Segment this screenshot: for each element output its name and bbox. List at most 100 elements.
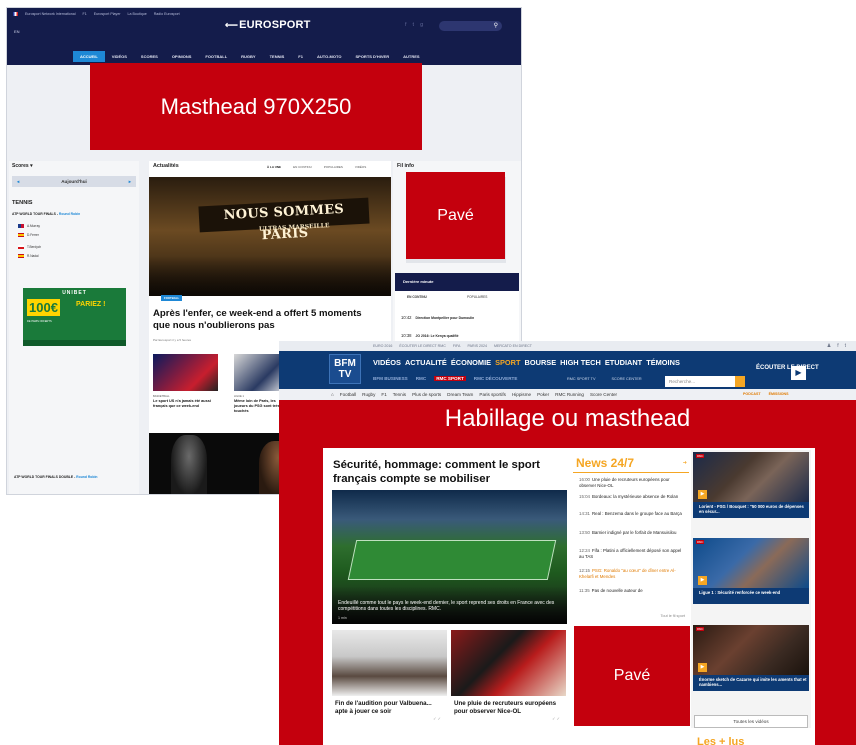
nav-item-high-tech[interactable]: HIGH TECH — [560, 358, 601, 367]
rmc-sport-tv-button[interactable]: RMC SPORT TV — [567, 377, 595, 381]
nav-item-opinions[interactable]: OPINIONS — [165, 51, 199, 62]
twitter-icon[interactable]: t — [413, 22, 415, 28]
top-link[interactable]: Eurosport Network International — [25, 12, 76, 16]
edition-selector[interactable]: EN — [14, 29, 20, 34]
news-item[interactable]: 14:31 Real : Benzema dans le groupe face … — [579, 511, 687, 517]
doubles-link[interactable]: Round Robin — [76, 475, 97, 479]
nav-item-scores[interactable]: SCORES — [134, 51, 165, 62]
top-link[interactable]: ÉCOUTER LE DIRECT RMC — [399, 344, 445, 348]
nav-item-actualite[interactable]: ACTUALITÉ — [405, 358, 447, 367]
subnav-item[interactable]: Hippisme — [512, 392, 531, 397]
nav-item-videos[interactable]: VIDÉOS — [373, 358, 401, 367]
player-row[interactable]: A.Murray — [18, 224, 40, 228]
tab-en-continu[interactable]: EN CONTINU — [293, 165, 312, 169]
top-link[interactable]: FIFA — [453, 344, 461, 348]
nav-item-accueil[interactable]: ACCUEIL — [73, 51, 105, 62]
play-icon[interactable]: ▶ — [698, 663, 707, 672]
chevron-left-icon[interactable]: ◂ — [17, 176, 19, 187]
subnav-item[interactable]: Dream Team — [447, 392, 473, 397]
search-icon[interactable]: ⚲ — [494, 22, 498, 29]
nav-item-economie[interactable]: ÉCONOMIE — [451, 358, 491, 367]
news-item[interactable]: 13:50 Barnier indigné par le forfait de M… — [579, 530, 687, 536]
share-icon[interactable]: ✓ ✓ — [552, 716, 560, 721]
nav-item-f1[interactable]: F1 — [291, 51, 310, 62]
player-row[interactable]: R.Nadal — [18, 254, 39, 258]
all-videos-button[interactable]: Toutes les vidéos — [694, 715, 808, 728]
subnav-item[interactable]: F1 — [381, 392, 386, 397]
tab-en-continu[interactable]: EN CONTINU — [407, 295, 427, 299]
article-card[interactable]: Fin de l'audition pour Valbuena... apte … — [332, 630, 447, 726]
nav-item-auto-moto[interactable]: AUTO-MOTO — [310, 51, 349, 62]
subnav-item[interactable]: Football — [340, 392, 356, 397]
news-item[interactable]: 12:15 PSG: Ronaldo "au cœur" de dîner ent… — [579, 568, 687, 579]
facebook-icon[interactable]: f — [405, 22, 407, 28]
tournament-link[interactable]: Round Robin — [59, 212, 80, 216]
story-thumbnail[interactable] — [153, 354, 218, 391]
user-icon[interactable]: ♟ — [827, 343, 831, 349]
news-all-link[interactable]: Tout le fil sport — [661, 614, 685, 618]
score-center-button[interactable]: SCORE CENTER — [611, 377, 641, 381]
video-item[interactable]: RMC ▶ Ligue 1 : Sécurité renforcée ce we… — [693, 538, 809, 604]
subnav-item[interactable]: Paris sportifs — [479, 392, 506, 397]
facebook-icon[interactable]: f — [837, 343, 838, 349]
emissions-link[interactable]: ÉMISSIONS — [769, 392, 789, 396]
twitter-icon[interactable]: t — [845, 343, 846, 349]
chevron-right-icon[interactable]: ▸ — [129, 176, 131, 187]
nav-item-temoins[interactable]: TÉMOINS — [646, 358, 680, 367]
play-icon[interactable]: ▶ — [791, 366, 806, 380]
day-selector[interactable]: ◂ Aujourd'hui ▸ — [12, 176, 136, 187]
eurosport-logo[interactable]: ⟵EUROSPORT — [225, 19, 311, 31]
google-plus-icon[interactable]: g — [420, 22, 423, 28]
search-input[interactable]: Recherche... — [665, 376, 745, 387]
top-link[interactable]: EURO 2016 — [373, 344, 392, 348]
brand-bfm-business[interactable]: BFM BUSINESS — [373, 376, 408, 381]
top-link[interactable]: PARIS 2024 — [467, 344, 487, 348]
nav-item-sport[interactable]: SPORT — [495, 358, 520, 367]
nav-item-football[interactable]: FOOTBALL — [198, 51, 234, 62]
player-row[interactable]: T.Berdych — [18, 245, 41, 249]
nav-item-sports-hiver[interactable]: SPORTS D'HIVER — [348, 51, 396, 62]
share-icon[interactable]: ✓ ✓ — [433, 716, 441, 721]
brand-rmc-sport[interactable]: RMC SPORT — [434, 376, 466, 381]
article-card[interactable]: Une pluie de recruteurs européens pour o… — [451, 630, 566, 726]
subnav-item[interactable]: Score Center — [590, 392, 617, 397]
top-link[interactable]: Eurosport Player — [94, 12, 121, 16]
video-item[interactable]: RMC ▶ Énorme sketch de Cazarre qui imite… — [693, 625, 809, 691]
brand-rmc[interactable]: RMC — [416, 376, 426, 381]
hero-tag[interactable]: FOOTBALL — [161, 295, 183, 301]
search-button[interactable] — [735, 376, 745, 387]
news-item[interactable]: 15:04 Bordeaux: la mystérieuse absence de… — [579, 494, 687, 500]
subnav-item[interactable]: RMC Running — [555, 392, 584, 397]
lead-title[interactable]: Sécurité, hommage: comment le sport fran… — [333, 458, 566, 486]
top-link[interactable]: La Boutique — [128, 12, 147, 16]
nav-item-tennis[interactable]: TENNIS — [263, 51, 292, 62]
subnav-item[interactable]: Rugby — [362, 392, 375, 397]
nav-item-rugby[interactable]: RUGBY — [234, 51, 262, 62]
play-icon[interactable]: ▶ — [698, 490, 707, 499]
nav-item-etudiant[interactable]: ETUDIANT — [605, 358, 642, 367]
podcast-link[interactable]: PODCAST — [743, 392, 761, 396]
top-link[interactable]: F1 — [83, 12, 87, 16]
news-item[interactable]: 11:35 Pas de nouvelle auteur de — [579, 588, 687, 594]
hero-image[interactable]: NOUS SOMMES PARIS ULTRAS MARSEILLE — [149, 177, 391, 296]
play-icon[interactable]: ▶ — [698, 576, 707, 585]
news-item[interactable]: 12:24 Fifa : Platini a officiellement dép… — [579, 548, 687, 559]
story-caption[interactable]: BASKETBALL Le sport US n'a jamais été aus… — [153, 394, 219, 409]
nav-item-videos[interactable]: VIDÉOS — [105, 51, 134, 62]
search-input[interactable]: ⚲ — [439, 21, 502, 31]
hero-headline[interactable]: Après l'enfer, ce week-end a offert 5 mo… — [153, 308, 378, 332]
subnav-item[interactable]: Tennis — [393, 392, 406, 397]
brand-rmc-decouverte[interactable]: RMC DÉCOUVERTE — [474, 376, 518, 381]
top-link[interactable]: MERCATO EN DIRECT — [494, 344, 532, 348]
unibet-ad[interactable]: UNIBET 100€ PARIEZ ! DE PARIS OFFERTS — [23, 288, 126, 346]
scores-title[interactable]: Scores ▾ — [12, 163, 33, 169]
tab-videos[interactable]: VIDÉOS — [355, 165, 366, 169]
bfmtv-logo[interactable]: BFM TV — [329, 354, 361, 384]
tab-populaires[interactable]: POPULAIRES — [324, 165, 343, 169]
derniere-minute-item[interactable]: 10:38 JO 2016: Le Kenya qualifié — [401, 333, 458, 338]
arrow-right-icon[interactable]: ➜ — [683, 460, 687, 466]
player-row[interactable]: D.Ferrer — [18, 233, 39, 237]
tab-populaires[interactable]: POPULAIRES — [467, 295, 487, 299]
nav-item-autres[interactable]: AUTRES — [396, 51, 426, 62]
subnav-item[interactable]: Poker — [537, 392, 549, 397]
